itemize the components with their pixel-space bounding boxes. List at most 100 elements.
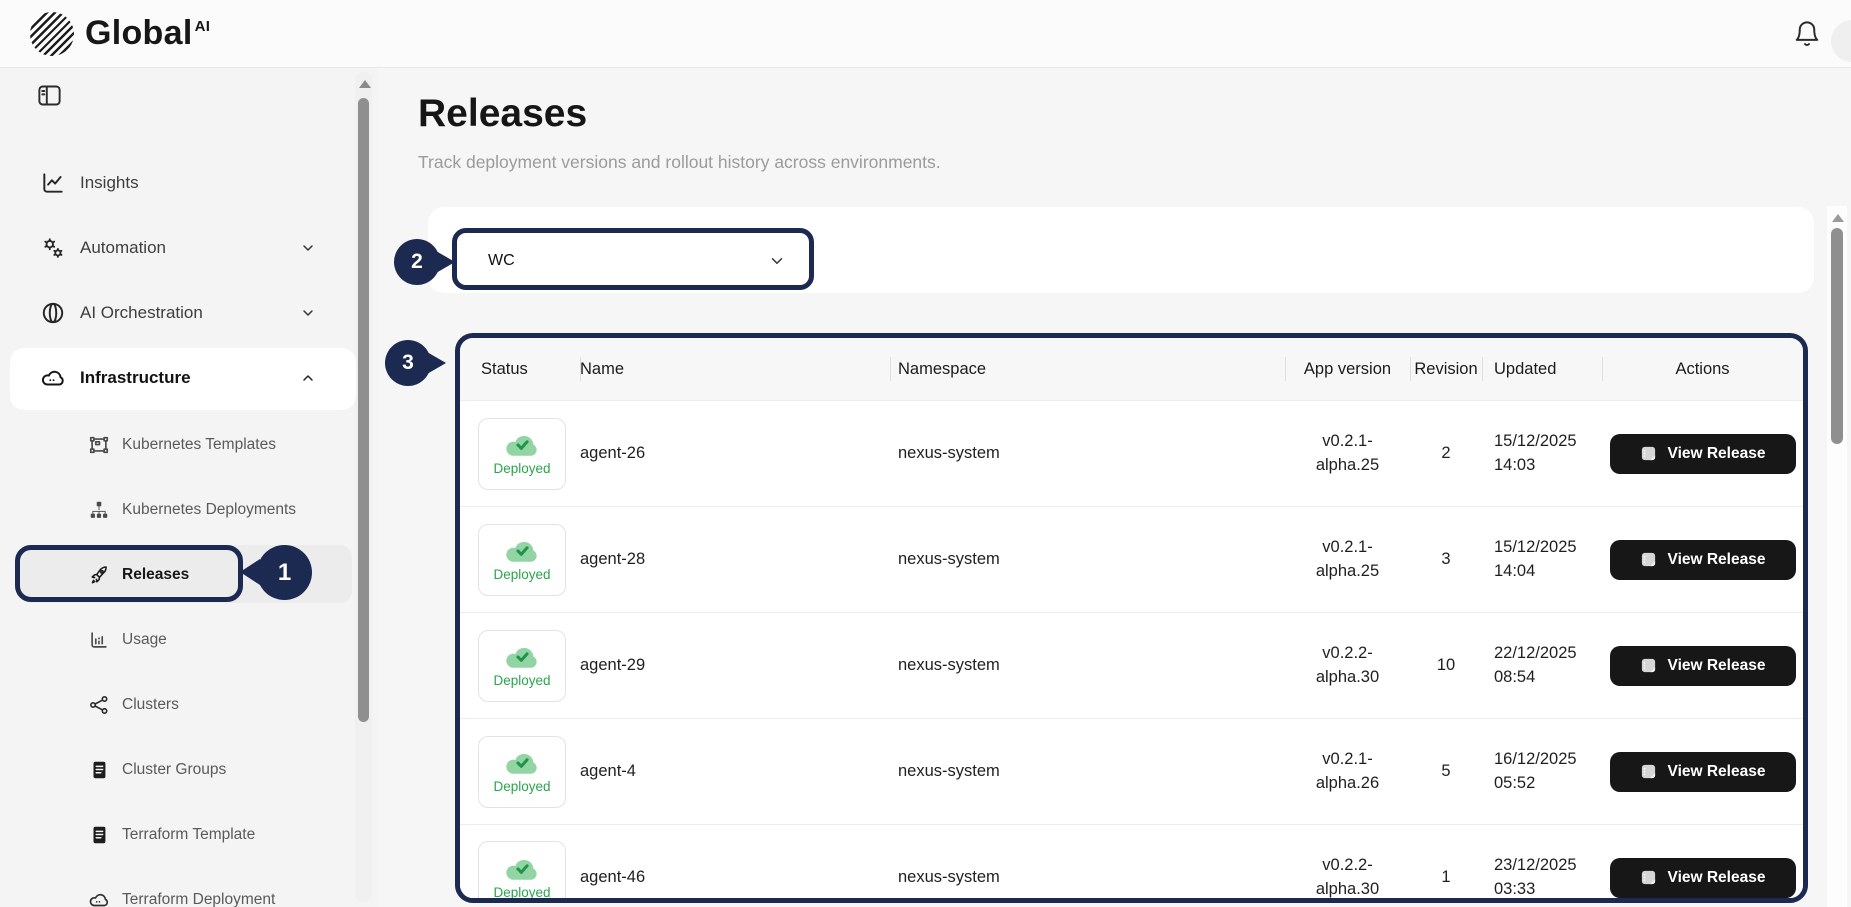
updated-date: 22/12/2025 bbox=[1494, 642, 1602, 666]
content-scrollbar-arrow-up[interactable] bbox=[1832, 214, 1844, 222]
name-cell: agent-29 bbox=[580, 656, 890, 675]
page-title: Releases bbox=[418, 92, 587, 136]
environment-select-value: WC bbox=[488, 252, 515, 270]
column-header-status: Status bbox=[460, 338, 580, 400]
sidebar-item-label: Infrastructure bbox=[80, 368, 191, 388]
namespace-cell: nexus-system bbox=[890, 444, 1285, 463]
brand-logo: GlobalAI bbox=[30, 12, 210, 56]
updated-cell: 15/12/2025 14:03 bbox=[1482, 430, 1602, 478]
sidebar-subitem-terraform-deployment[interactable]: Terraform Deployment bbox=[62, 878, 362, 907]
page-subtitle: Track deployment versions and rollout hi… bbox=[418, 152, 941, 173]
view-release-label: View Release bbox=[1668, 763, 1766, 781]
updated-date: 15/12/2025 bbox=[1494, 536, 1602, 560]
revision-cell: 10 bbox=[1410, 656, 1482, 675]
sidebar-subitem-cluster-groups[interactable]: Cluster Groups bbox=[62, 748, 362, 792]
sidebar-subitem-label: Kubernetes Deployments bbox=[122, 501, 296, 519]
sidebar-item-ai-orchestration[interactable]: AI Orchestration bbox=[28, 289, 346, 337]
sidebar-scrollbar-arrow-up[interactable] bbox=[359, 80, 371, 88]
notes-icon bbox=[1640, 657, 1657, 674]
app-version-cell: v0.2.2-alpha.30 bbox=[1285, 642, 1410, 690]
updated-time: 03:33 bbox=[1494, 878, 1602, 902]
brand-text: Global bbox=[85, 14, 193, 52]
column-header-name: Name bbox=[580, 338, 890, 400]
table-row: Deployed agent-4 nexus-system v0.2.1-alp… bbox=[460, 718, 1803, 824]
sidebar-item-automation[interactable]: Automation bbox=[28, 224, 346, 272]
topbar-right bbox=[1793, 20, 1821, 48]
cloud-icon bbox=[88, 889, 110, 907]
cloud-check-icon bbox=[504, 431, 540, 458]
environment-select[interactable]: WC bbox=[460, 236, 810, 286]
updated-cell: 16/12/2025 05:52 bbox=[1482, 748, 1602, 796]
updated-time: 05:52 bbox=[1494, 772, 1602, 796]
status-badge: Deployed bbox=[478, 736, 566, 808]
name-cell: agent-28 bbox=[580, 550, 890, 569]
cloud-check-icon bbox=[504, 643, 540, 670]
table-row: Deployed agent-46 nexus-system v0.2.2-al… bbox=[460, 824, 1803, 903]
view-release-button[interactable]: View Release bbox=[1610, 646, 1796, 686]
updated-cell: 22/12/2025 08:54 bbox=[1482, 642, 1602, 690]
sidebar-toggle-icon[interactable] bbox=[36, 82, 63, 109]
view-release-button[interactable]: View Release bbox=[1610, 858, 1796, 898]
notification-bell-icon[interactable] bbox=[1793, 20, 1821, 48]
content-scrollbar-thumb[interactable] bbox=[1831, 228, 1843, 444]
updated-date: 23/12/2025 bbox=[1494, 854, 1602, 878]
sidebar-subitem-label: Releases bbox=[122, 566, 189, 584]
annotation-badge-3: 3 bbox=[385, 340, 431, 386]
table-header-row: Status Name Namespace App version Revisi… bbox=[460, 338, 1803, 400]
revision-cell: 3 bbox=[1410, 550, 1482, 569]
sidebar-subitem-releases[interactable]: Releases bbox=[62, 553, 362, 597]
bar-chart-icon bbox=[88, 629, 110, 651]
document-icon bbox=[88, 824, 110, 846]
top-bar: GlobalAI bbox=[0, 0, 1851, 68]
sidebar-subitem-terraform-template[interactable]: Terraform Template bbox=[62, 813, 362, 857]
notes-icon bbox=[1640, 445, 1657, 462]
namespace-cell: nexus-system bbox=[890, 656, 1285, 675]
view-release-button[interactable]: View Release bbox=[1610, 752, 1796, 792]
app-version-cell: v0.2.1-alpha.25 bbox=[1285, 536, 1410, 584]
updated-time: 14:03 bbox=[1494, 454, 1602, 478]
status-cell: Deployed bbox=[460, 524, 580, 596]
annotation-pointer-3 bbox=[427, 352, 446, 374]
column-header-app-version: App version bbox=[1285, 338, 1410, 400]
revision-cell: 1 bbox=[1410, 868, 1482, 887]
notes-icon bbox=[1640, 551, 1657, 568]
brand-superscript: AI bbox=[195, 18, 211, 35]
brand-mark-icon bbox=[30, 12, 74, 56]
cloud-check-icon bbox=[504, 749, 540, 776]
revision-cell: 5 bbox=[1410, 762, 1482, 781]
sidebar-subitem-kubernetes-deployments[interactable]: Kubernetes Deployments bbox=[62, 488, 362, 532]
app-version-cell: v0.2.2-alpha.30 bbox=[1285, 854, 1410, 902]
chevron-down-icon bbox=[300, 240, 316, 256]
cloud-check-icon bbox=[504, 537, 540, 564]
chevron-down-icon bbox=[300, 305, 316, 321]
view-release-button[interactable]: View Release bbox=[1610, 540, 1796, 580]
sidebar-subitem-label: Cluster Groups bbox=[122, 761, 226, 779]
sidebar-item-insights[interactable]: Insights bbox=[28, 159, 346, 207]
sidebar: Insights Automation AI Orchestration bbox=[0, 68, 378, 907]
sidebar-subitem-kubernetes-templates[interactable]: Kubernetes Templates bbox=[62, 423, 362, 467]
sidebar-subitem-label: Usage bbox=[122, 631, 167, 649]
status-label: Deployed bbox=[493, 885, 550, 900]
status-label: Deployed bbox=[493, 779, 550, 794]
column-header-updated: Updated bbox=[1482, 338, 1602, 400]
updated-cell: 23/12/2025 03:33 bbox=[1482, 854, 1602, 902]
name-cell: agent-26 bbox=[580, 444, 890, 463]
revision-cell: 2 bbox=[1410, 444, 1482, 463]
sidebar-subitem-clusters[interactable]: Clusters bbox=[62, 683, 362, 727]
sidebar-item-infrastructure[interactable]: Infrastructure bbox=[28, 354, 346, 402]
status-badge: Deployed bbox=[478, 524, 566, 596]
cloud-check-icon bbox=[504, 855, 540, 882]
status-cell: Deployed bbox=[460, 825, 580, 903]
view-release-button[interactable]: View Release bbox=[1610, 434, 1796, 474]
actions-cell: View Release bbox=[1602, 752, 1803, 792]
app-window: GlobalAI Insights bbox=[0, 0, 1851, 907]
column-header-actions: Actions bbox=[1602, 338, 1803, 400]
actions-cell: View Release bbox=[1602, 858, 1803, 898]
notes-icon bbox=[1640, 763, 1657, 780]
view-release-label: View Release bbox=[1668, 869, 1766, 887]
template-frame-icon bbox=[88, 434, 110, 456]
actions-cell: View Release bbox=[1602, 540, 1803, 580]
table-row: Deployed agent-28 nexus-system v0.2.1-al… bbox=[460, 506, 1803, 612]
sidebar-subitem-usage[interactable]: Usage bbox=[62, 618, 362, 662]
avatar[interactable] bbox=[1831, 20, 1851, 62]
